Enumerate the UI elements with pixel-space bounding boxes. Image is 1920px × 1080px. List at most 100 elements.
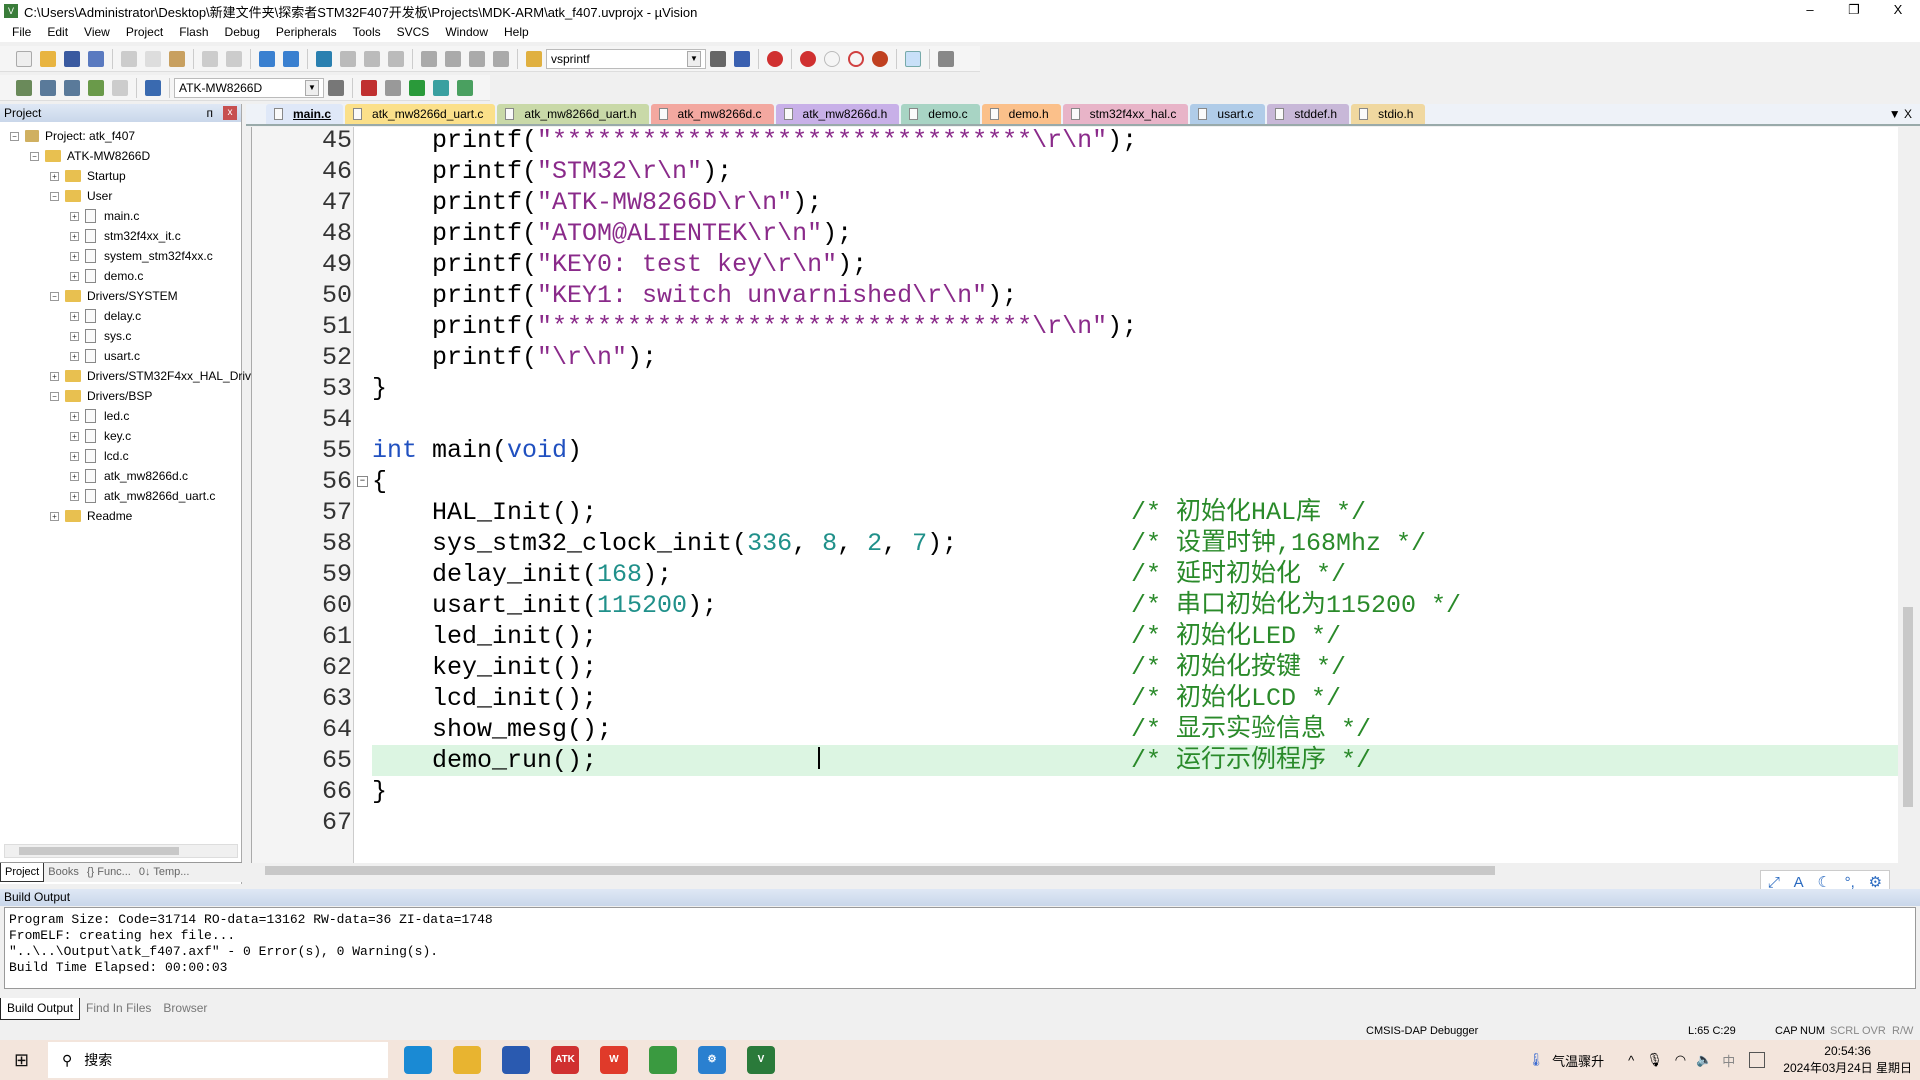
clear-bookmarks-icon[interactable] bbox=[388, 50, 404, 67]
find-combo[interactable]: vsprintf ▼ bbox=[546, 48, 706, 69]
output-tab-build-output[interactable]: Build Output bbox=[0, 998, 81, 1020]
output-tab-browser[interactable]: Browser bbox=[157, 998, 213, 1020]
menu-window[interactable]: Window bbox=[437, 25, 496, 39]
debug-session-icon[interactable] bbox=[767, 50, 783, 67]
expand-icon[interactable]: + bbox=[70, 251, 79, 261]
navigate-forward-icon[interactable] bbox=[283, 50, 299, 67]
code-line[interactable]: 47 printf("ATK-MW8266D\r\n"); bbox=[252, 187, 1898, 218]
code-line[interactable]: 49 printf("KEY0: test key\r\n"); bbox=[252, 249, 1898, 280]
code-line[interactable]: 63 lcd_init(); /* 初始化LCD */ bbox=[252, 683, 1898, 714]
tabs-menu-button[interactable]: ▼ X bbox=[1889, 107, 1912, 121]
collapse-icon[interactable]: − bbox=[50, 191, 59, 201]
taskbar-app-app-bird[interactable] bbox=[502, 1046, 530, 1074]
editor-tab[interactable]: demo.c bbox=[901, 104, 980, 124]
menu-svcs[interactable]: SVCS bbox=[389, 25, 438, 39]
ime-indicator[interactable]: 中 bbox=[1722, 1051, 1735, 1070]
expand-icon[interactable]: + bbox=[70, 411, 79, 421]
code-line[interactable]: 45 printf("*****************************… bbox=[252, 127, 1898, 156]
download-load-icon[interactable] bbox=[145, 79, 161, 96]
chevron-down-icon[interactable]: ▼ bbox=[305, 79, 319, 96]
unindent-icon[interactable] bbox=[445, 50, 461, 67]
taskbar-app-chrome[interactable] bbox=[649, 1046, 677, 1074]
wifi-icon[interactable]: ◠ bbox=[1675, 1052, 1686, 1068]
minimize-button[interactable]: – bbox=[1788, 0, 1832, 22]
restore-button[interactable]: ❐ bbox=[1832, 0, 1876, 22]
tree-item[interactable]: − User bbox=[50, 186, 112, 206]
tree-item[interactable]: + main.c bbox=[70, 206, 139, 226]
tree-hscrollbar[interactable] bbox=[4, 844, 238, 858]
redo-icon[interactable] bbox=[226, 50, 242, 67]
next-bookmark-icon[interactable] bbox=[364, 50, 380, 67]
menu-help[interactable]: Help bbox=[496, 25, 537, 39]
configure-icon[interactable] bbox=[938, 50, 954, 67]
editor-hscrollbar[interactable] bbox=[251, 863, 1898, 878]
tree-item[interactable]: − Project: atk_f407 bbox=[10, 126, 135, 146]
undo-icon[interactable] bbox=[202, 50, 218, 67]
expand-icon[interactable]: + bbox=[70, 311, 79, 321]
code-line[interactable]: 50 printf("KEY1: switch unvarnished\r\n"… bbox=[252, 280, 1898, 311]
editor-tab[interactable]: atk_mw8266d.h bbox=[775, 104, 900, 124]
expand-icon[interactable]: ⤢ bbox=[1768, 874, 1780, 891]
expand-icon[interactable]: + bbox=[70, 331, 79, 341]
volume-icon[interactable]: 🔈 bbox=[1696, 1052, 1712, 1068]
build-icon[interactable] bbox=[40, 79, 56, 96]
expand-icon[interactable]: + bbox=[50, 511, 59, 521]
expand-icon[interactable]: + bbox=[70, 351, 79, 361]
code-editor[interactable]: 45 printf("*****************************… bbox=[251, 127, 1898, 863]
prev-bookmark-icon[interactable] bbox=[340, 50, 356, 67]
taskbar-app-settings[interactable]: ⚙ bbox=[698, 1046, 726, 1074]
code-line[interactable]: 59 delay_init(168); /* 延时初始化 */ bbox=[252, 559, 1898, 590]
expand-icon[interactable]: + bbox=[70, 231, 79, 241]
code-line[interactable]: 52 printf("\r\n"); bbox=[252, 342, 1898, 373]
tree-item[interactable]: + demo.c bbox=[70, 266, 143, 286]
tree-item[interactable]: + stm32f4xx_it.c bbox=[70, 226, 181, 246]
uncomment-icon[interactable] bbox=[493, 50, 509, 67]
menu-file[interactable]: File bbox=[4, 25, 39, 39]
find-in-files-icon[interactable] bbox=[526, 50, 542, 67]
copy-icon[interactable] bbox=[145, 50, 161, 67]
rebuild-icon[interactable] bbox=[64, 79, 80, 96]
code-line[interactable]: 48 printf("ATOM@ALIENTEK\r\n"); bbox=[252, 218, 1898, 249]
taskbar-app-atk-xcom[interactable]: ATK bbox=[551, 1046, 579, 1074]
taskbar-app-file-explorer[interactable] bbox=[453, 1046, 481, 1074]
editor-tab[interactable]: stdio.h bbox=[1351, 104, 1426, 124]
notification-icon[interactable] bbox=[1749, 1052, 1766, 1068]
punctuation-icon[interactable]: °, bbox=[1845, 874, 1855, 891]
panel-tab-0[interactable]: Project bbox=[0, 863, 45, 882]
editor-tab[interactable]: atk_mw8266d_uart.h bbox=[497, 104, 649, 124]
translate-icon[interactable] bbox=[16, 79, 32, 96]
weather-text[interactable]: 气温骤升 bbox=[1552, 1051, 1604, 1070]
taskbar-app-edge[interactable] bbox=[404, 1046, 432, 1074]
code-line[interactable]: 51 printf("*****************************… bbox=[252, 311, 1898, 342]
clock[interactable]: 20:54:36 2024年03月24日 星期日 bbox=[1783, 1043, 1912, 1077]
indent-icon[interactable] bbox=[421, 50, 437, 67]
kill-breakpoints-icon[interactable] bbox=[872, 50, 888, 67]
code-line[interactable]: 64 show_mesg(); /* 显示实验信息 */ bbox=[252, 714, 1898, 745]
tree-item[interactable]: + system_stm32f4xx.c bbox=[70, 246, 213, 266]
panel-tab-3[interactable]: 0↓ Temp... bbox=[135, 863, 194, 882]
build-output-log[interactable]: Program Size: Code=31714 RO-data=13162 R… bbox=[4, 907, 1916, 989]
editor-vscrollbar[interactable] bbox=[1898, 127, 1918, 863]
tree-item[interactable]: + led.c bbox=[70, 406, 129, 426]
code-line[interactable]: 67 bbox=[252, 807, 1898, 838]
breakpoint-icon[interactable] bbox=[800, 50, 816, 67]
pin-icon[interactable]: ᴨ bbox=[207, 106, 214, 120]
editor-tab[interactable]: demo.h bbox=[981, 104, 1061, 124]
code-line[interactable]: 61 led_init(); /* 初始化LED */ bbox=[252, 621, 1898, 652]
collapse-icon[interactable]: − bbox=[30, 151, 39, 161]
target-combo[interactable]: ATK-MW8266D ▼ bbox=[174, 77, 324, 98]
panel-tab-2[interactable]: {} Func... bbox=[83, 863, 135, 882]
disable-breakpoint-icon[interactable] bbox=[824, 50, 840, 67]
collapse-icon[interactable]: − bbox=[50, 291, 59, 301]
stop-build-icon[interactable] bbox=[112, 79, 128, 96]
manage-project-items-icon[interactable] bbox=[361, 79, 377, 96]
code-line[interactable]: 57 HAL_Init(); /* 初始化HAL库 */ bbox=[252, 497, 1898, 528]
panel-tab-1[interactable]: Books bbox=[44, 863, 83, 882]
code-line[interactable]: 53} bbox=[252, 373, 1898, 404]
tree-item[interactable]: + delay.c bbox=[70, 306, 141, 326]
output-tab-find-in-files[interactable]: Find In Files bbox=[80, 998, 157, 1020]
menu-debug[interactable]: Debug bbox=[217, 25, 268, 39]
font-icon[interactable]: A bbox=[1794, 874, 1804, 891]
tree-item[interactable]: − Drivers/SYSTEM bbox=[50, 286, 178, 306]
tree-item[interactable]: − Drivers/BSP bbox=[50, 386, 152, 406]
